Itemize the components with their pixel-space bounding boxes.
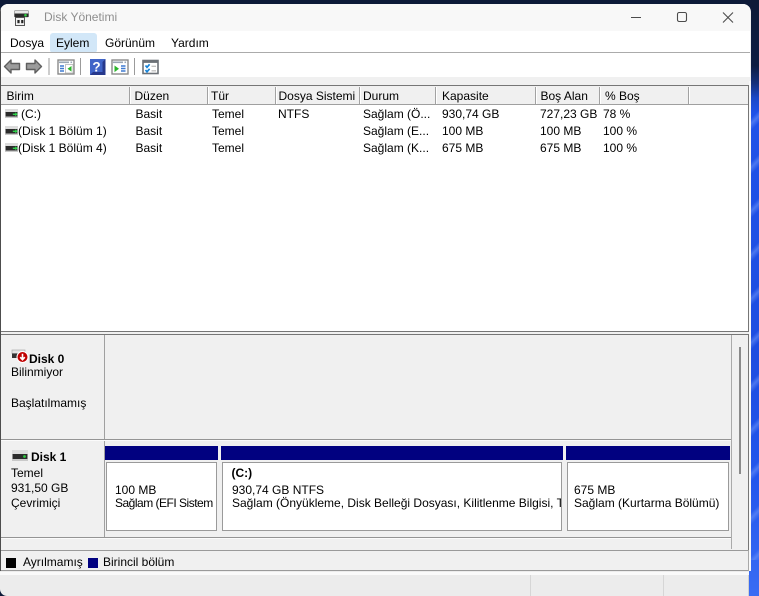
svg-text:?: ? [92,60,100,75]
